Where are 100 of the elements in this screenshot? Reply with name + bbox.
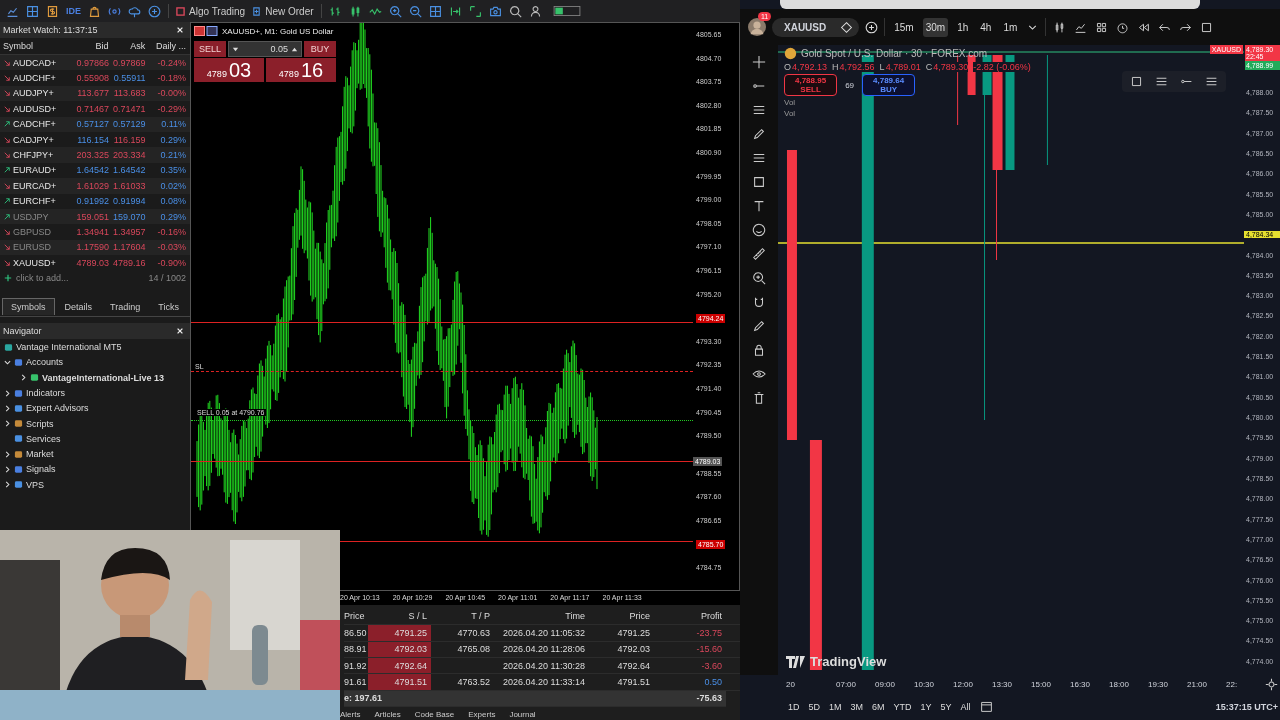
camera-icon[interactable] — [488, 4, 502, 18]
interval-button[interactable]: 30m — [922, 17, 949, 37]
column-header[interactable]: S / L — [368, 611, 431, 622]
chevron-right-icon[interactable] — [20, 374, 27, 382]
chevron-right-icon[interactable] — [4, 466, 11, 473]
tree-item[interactable]: Vantage International MT5 — [16, 342, 122, 353]
symbol-row[interactable]: EURCHF+ 0.91992 0.91994 0.08% — [0, 193, 190, 209]
add-icon[interactable] — [865, 20, 879, 34]
volume-field[interactable]: 0.05 — [228, 41, 302, 57]
symbol-row[interactable]: USDJPY 159.051 159.070 0.29% — [0, 208, 190, 225]
tree-item[interactable]: Scripts — [26, 418, 54, 429]
shift-icon[interactable] — [448, 4, 462, 18]
chart-window-icon[interactable] — [26, 4, 39, 18]
column-header[interactable]: T / P — [431, 611, 494, 622]
dollar-icon[interactable] — [46, 4, 59, 18]
symbol-row[interactable]: AUDCHF+ 0.55908 0.55911 -0.18% — [0, 70, 190, 86]
bar-chart-icon[interactable] — [328, 4, 342, 18]
trash-icon[interactable] — [752, 391, 766, 405]
close-icon[interactable] — [176, 327, 184, 336]
buy-button[interactable]: 4,789.64 BUY — [862, 74, 916, 96]
tree-item[interactable]: Accounts — [26, 357, 64, 368]
smile-icon[interactable] — [752, 223, 766, 237]
sell-button[interactable]: 4,788.95 SELL — [784, 74, 838, 96]
tree-item[interactable]: Market — [26, 449, 54, 460]
text-icon[interactable] — [752, 199, 766, 213]
avatar[interactable] — [748, 18, 766, 36]
symbol-row[interactable]: AUDJPY+ 113.677 113.683 -0.00% — [0, 85, 190, 102]
column-header[interactable]: Ask — [109, 41, 147, 51]
sell-price[interactable]: 4789 03 — [194, 58, 264, 82]
algo-trading-button[interactable]: Algo Trading — [176, 5, 246, 17]
close-icon[interactable] — [176, 26, 184, 34]
lines-icon[interactable] — [1155, 75, 1168, 88]
column-header[interactable]: Profit — [654, 611, 726, 622]
symbol-row[interactable]: CADJPY+ 116.154 116.159 0.29% — [0, 131, 190, 148]
chevron-down-icon[interactable] — [4, 358, 11, 366]
increase-icon[interactable] — [291, 45, 298, 53]
chevron-right-icon[interactable] — [4, 481, 11, 489]
interval-button[interactable]: 4h — [977, 17, 995, 37]
symbol-row[interactable]: EURAUD+ 1.64542 1.64542 0.35% — [0, 162, 190, 179]
cloud-icon[interactable] — [128, 4, 141, 18]
tab[interactable]: Ticks — [150, 298, 187, 316]
lines-icon[interactable] — [1205, 75, 1218, 88]
bag-icon[interactable] — [88, 4, 101, 18]
range-button[interactable]: 1D — [788, 701, 800, 712]
range-button[interactable]: 5Y — [940, 701, 952, 712]
layout-icon[interactable] — [1095, 20, 1109, 34]
symbol-row[interactable]: AUDCAD+ 0.97866 0.97869 -0.24% — [0, 55, 190, 71]
pencil-icon[interactable] — [752, 319, 766, 333]
expand-icon[interactable] — [468, 4, 482, 18]
calendar-icon[interactable] — [979, 700, 993, 713]
symbol-row[interactable]: EURCAD+ 1.61029 1.61033 0.02% — [0, 178, 190, 194]
replay-icon[interactable] — [1137, 20, 1151, 34]
range-button[interactable]: 3M — [850, 701, 864, 712]
fullscreen-icon[interactable] — [1200, 20, 1214, 34]
range-button[interactable]: YTD — [893, 701, 912, 712]
tab[interactable]: Details — [56, 298, 101, 316]
magnet-icon[interactable] — [752, 295, 766, 309]
diamond-icon[interactable] — [840, 20, 854, 34]
interval-button[interactable]: 1m — [1000, 17, 1021, 37]
tree-item[interactable]: Services — [26, 433, 61, 444]
interval-button[interactable]: 15m — [891, 17, 917, 37]
buy-price[interactable]: 4789 16 — [266, 58, 336, 82]
plus-icon[interactable] — [148, 4, 161, 18]
user-icon[interactable] — [528, 4, 542, 18]
sell-button[interactable]: SELL — [194, 41, 226, 57]
rectangle-icon[interactable] — [752, 175, 766, 189]
range-button[interactable]: 1M — [829, 701, 842, 712]
buy-button[interactable]: BUY — [304, 41, 336, 57]
tree-item[interactable]: VPS — [26, 479, 44, 490]
chevron-right-icon[interactable] — [4, 420, 11, 428]
symbol-row[interactable]: GBPUSD 1.34941 1.34957 -0.16% — [0, 224, 190, 240]
tree-item[interactable]: Expert Advisors — [26, 403, 89, 414]
symbol-row[interactable]: CHFJPY+ 203.325 203.334 0.21% — [0, 147, 190, 163]
range-button[interactable]: 6M — [872, 701, 885, 712]
ruler-icon[interactable] — [752, 247, 766, 261]
decrease-icon[interactable] — [232, 45, 239, 53]
column-header[interactable]: Time — [494, 611, 589, 622]
add-symbol-field[interactable]: click to add... — [16, 273, 145, 284]
lock-icon[interactable] — [752, 343, 766, 357]
tab[interactable]: Experts — [468, 710, 496, 720]
symbol-row[interactable]: CADCHF+ 0.57127 0.57129 0.11% — [0, 116, 190, 132]
symbol-row[interactable]: EURUSD 1.17590 1.17604 -0.03% — [0, 239, 190, 256]
rectangle-icon[interactable] — [1130, 75, 1143, 88]
grid-icon[interactable] — [428, 4, 442, 18]
crosshair-icon[interactable] — [752, 55, 766, 69]
tab[interactable]: Code Base — [414, 710, 455, 720]
range-button[interactable]: 1Y — [920, 701, 932, 712]
tree-item[interactable]: VantageInternational-Live 13 — [42, 372, 165, 383]
tree-item[interactable]: Signals — [26, 464, 56, 475]
symbol-row[interactable]: AUDUSD+ 0.71467 0.71471 -0.29% — [0, 101, 190, 117]
zoom-in-icon[interactable] — [752, 271, 766, 285]
symbol-row[interactable]: XAUUSD+ 4789.03 4789.16 -0.90% — [0, 255, 190, 271]
tree-item[interactable]: Indicators — [26, 388, 66, 398]
ide-button[interactable]: IDE — [66, 6, 81, 16]
tab[interactable]: Journal — [509, 710, 536, 720]
new-order-button[interactable]: New Order — [252, 5, 314, 17]
pencil-icon[interactable] — [752, 127, 766, 141]
interval-button[interactable]: 1h — [954, 17, 972, 37]
column-header[interactable]: Bid — [72, 41, 110, 51]
column-header[interactable]: Symbol — [0, 41, 73, 51]
